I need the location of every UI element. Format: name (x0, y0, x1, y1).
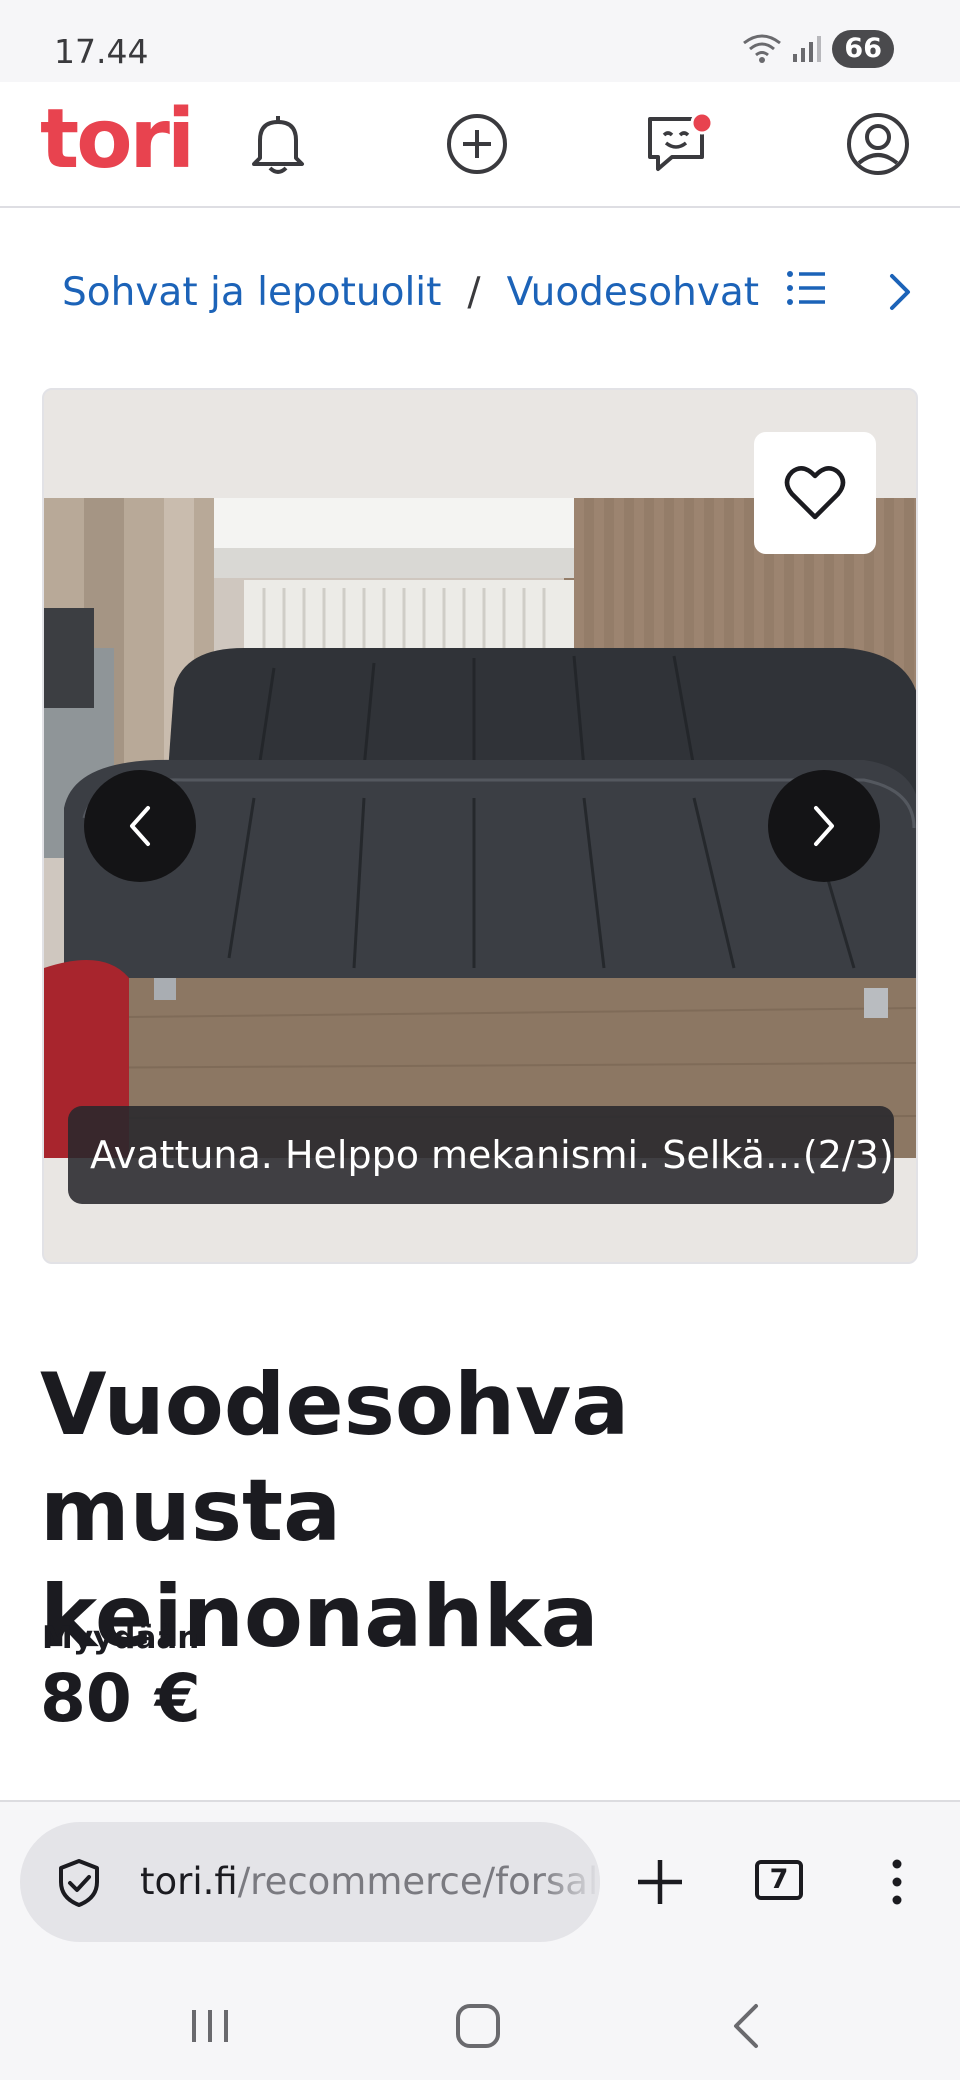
recent-apps-button[interactable] (188, 2006, 232, 2050)
chevron-right-icon (814, 806, 834, 846)
breadcrumb-separator: / (467, 270, 481, 315)
favorite-button[interactable] (754, 432, 876, 554)
profile-icon (847, 113, 909, 175)
image-caption: Avattuna. Helppo mekanismi. Selkä…(2/3) (68, 1106, 894, 1204)
previous-image-button[interactable] (84, 770, 196, 882)
breadcrumb-next-button[interactable] (886, 272, 914, 316)
image-gallery[interactable]: Avattuna. Helppo mekanismi. Selkä…(2/3) (42, 388, 918, 1264)
system-navigation-bar (0, 1962, 960, 2080)
recents-icon (192, 2010, 228, 2042)
status-bar: 17.44 66 (0, 0, 960, 82)
url-domain: tori.fi (140, 1860, 238, 1903)
browser-toolbar: tori.fi/recommerce/forsale 7 (0, 1800, 960, 1962)
back-button[interactable] (728, 2002, 764, 2054)
wifi-icon (743, 34, 782, 63)
app-header: tori (0, 82, 960, 208)
new-tab-button[interactable] (636, 1858, 684, 1910)
url-text: tori.fi/recommerce/forsale (140, 1860, 600, 1903)
profile-button[interactable] (838, 104, 918, 184)
address-bar[interactable]: tori.fi/recommerce/forsale (20, 1822, 600, 1942)
chevron-left-icon (130, 806, 150, 846)
breadcrumb-subcategory-link[interactable]: Vuodesohvat (507, 270, 760, 315)
breadcrumb-category-link[interactable]: Sohvat ja lepotuolit (62, 270, 441, 315)
next-image-button[interactable] (768, 770, 880, 882)
bell-icon (252, 116, 304, 174)
sale-type-label: Myydään (42, 1620, 200, 1656)
tori-logo[interactable]: tori (40, 92, 195, 187)
new-listing-button[interactable] (437, 104, 517, 184)
shield-icon (59, 1859, 99, 1907)
more-icon (892, 1859, 902, 1905)
plus-icon (638, 1860, 682, 1904)
tab-switcher-button[interactable]: 7 (755, 1860, 803, 1900)
notifications-button[interactable] (238, 104, 318, 184)
breadcrumb: Sohvat ja lepotuolit / Vuodesohvat (62, 270, 759, 315)
browser-menu-button[interactable] (890, 1858, 904, 1910)
messages-button[interactable] (640, 104, 720, 184)
back-icon (734, 2004, 758, 2048)
chevron-right-icon (890, 274, 910, 310)
battery-indicator: 66 (832, 30, 894, 68)
add-circle-icon (447, 114, 507, 174)
status-time: 17.44 (54, 32, 149, 71)
breadcrumb-list-button[interactable] (785, 268, 829, 312)
url-fade (540, 1822, 600, 1942)
list-icon (787, 271, 825, 305)
home-icon (456, 2004, 500, 2048)
messages-icon (648, 111, 714, 171)
listing-price: 80 € (40, 1660, 201, 1737)
home-button[interactable] (454, 2002, 502, 2054)
signal-icon (793, 36, 822, 62)
status-icons: 66 (742, 30, 894, 68)
heart-icon (784, 466, 846, 520)
